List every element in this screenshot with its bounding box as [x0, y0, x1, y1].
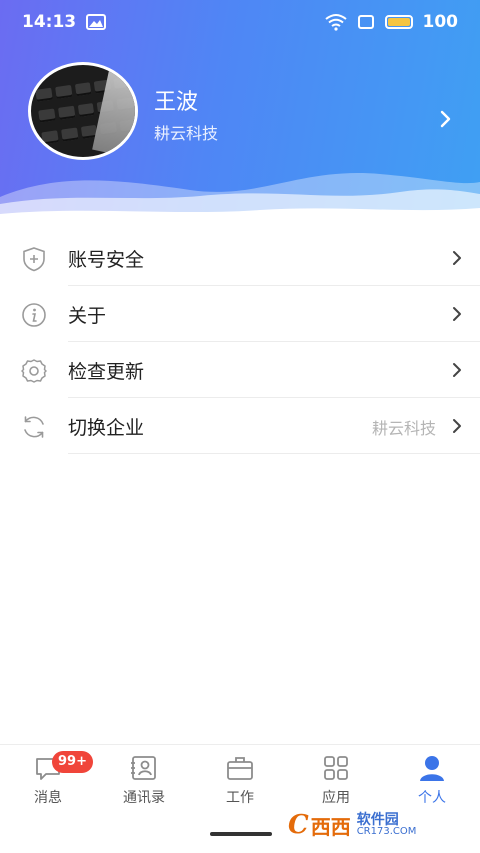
status-bar: 14:13 100 — [0, 0, 480, 44]
tab-work[interactable]: 工作 — [192, 753, 288, 813]
tab-messages[interactable]: 99+ 消息 — [0, 751, 96, 813]
settings-menu: 账号安全 关于 检查更新 切换企业 耕云科技 — [0, 230, 480, 454]
profile-name[interactable]: 王波 — [154, 84, 198, 116]
menu-item-about[interactable]: 关于 — [0, 286, 480, 342]
menu-label: 检查更新 — [68, 361, 145, 383]
info-icon — [22, 303, 46, 327]
sim-icon — [357, 15, 374, 29]
menu-label: 账号安全 — [68, 249, 145, 271]
briefcase-icon — [227, 757, 253, 780]
tab-label: 通讯录 — [123, 790, 165, 806]
battery-level: 100 — [422, 12, 459, 32]
gear-icon — [21, 359, 47, 383]
apps-grid-icon — [324, 756, 348, 780]
watermark: C 西西 软件园 CR173.COM — [288, 808, 460, 842]
refresh-icon — [24, 416, 44, 438]
profile-company: 耕云科技 — [154, 124, 219, 143]
divider — [68, 453, 480, 454]
watermark-title: 软件园 — [356, 812, 399, 828]
menu-item-account-security[interactable]: 账号安全 — [0, 230, 480, 286]
watermark-domain: CR173.COM — [356, 826, 417, 837]
watermark-logo: C — [288, 810, 309, 840]
tab-label: 消息 — [34, 790, 62, 806]
menu-value: 耕云科技 — [371, 419, 436, 438]
shield-plus-icon — [23, 247, 45, 272]
watermark-brand: 西西 — [310, 814, 351, 839]
user-icon — [420, 756, 444, 781]
chevron-right-icon — [453, 363, 461, 377]
status-time: 14:13 — [22, 12, 77, 32]
chevron-right-icon — [453, 419, 461, 433]
menu-item-switch-company[interactable]: 切换企业 耕云科技 — [0, 398, 480, 454]
header-wave — [0, 173, 480, 222]
battery-icon — [384, 15, 413, 29]
chevron-right-icon — [453, 251, 461, 265]
menu-label: 切换企业 — [68, 417, 145, 439]
menu-label: 关于 — [68, 305, 107, 327]
contacts-icon — [131, 756, 156, 780]
tab-label: 工作 — [226, 790, 254, 806]
image-icon — [86, 14, 107, 30]
chevron-right-icon — [453, 307, 461, 321]
home-indicator[interactable] — [210, 832, 272, 836]
tab-label: 个人 — [418, 790, 446, 806]
menu-item-check-update[interactable]: 检查更新 — [0, 342, 480, 398]
avatar[interactable] — [28, 62, 138, 160]
tab-apps[interactable]: 应用 — [288, 753, 384, 813]
wifi-icon — [324, 14, 347, 31]
tab-label: 应用 — [322, 790, 350, 806]
chevron-right-icon[interactable] — [436, 110, 454, 128]
tab-profile[interactable]: 个人 — [384, 753, 480, 813]
tab-contacts[interactable]: 通讯录 — [96, 753, 192, 813]
unread-badge: 99+ — [52, 751, 93, 773]
